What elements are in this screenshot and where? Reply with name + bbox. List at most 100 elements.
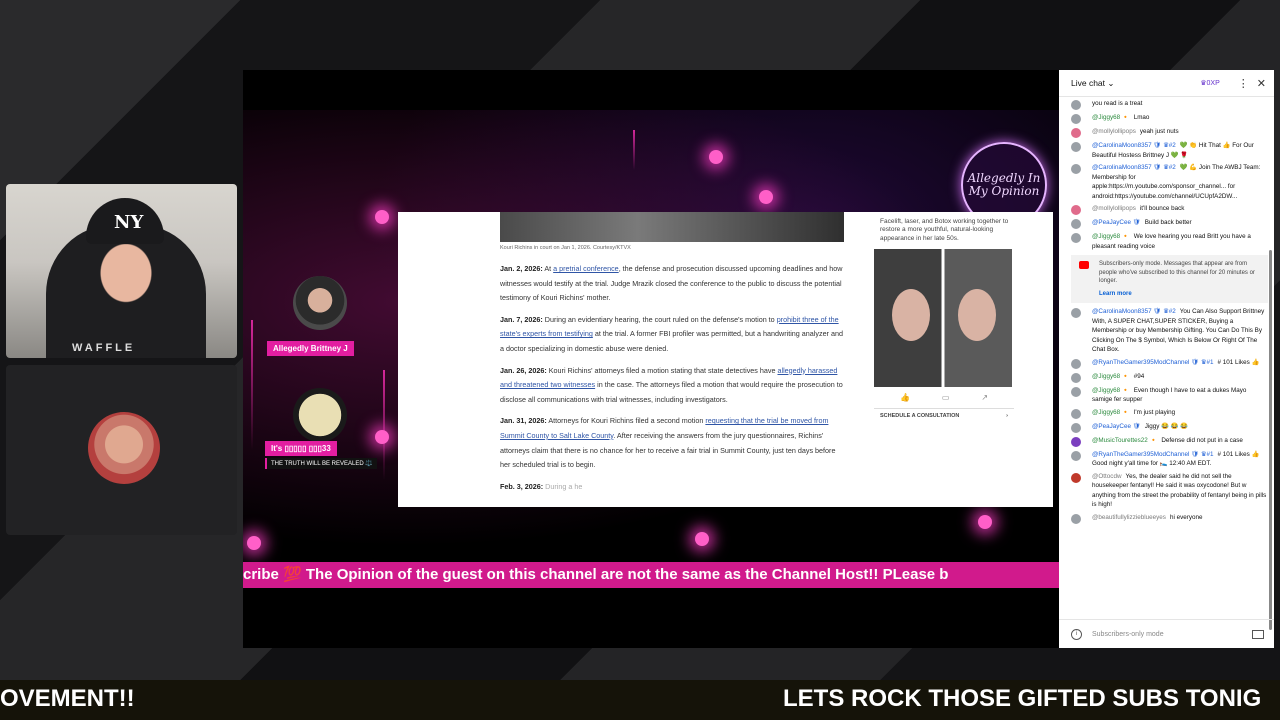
chat-message[interactable]: @Ottocdw Yes, the dealer said he did not … bbox=[1071, 472, 1268, 510]
sparkle bbox=[375, 210, 389, 224]
timeline-entry: Jan. 7, 2026: During an evidentiary hear… bbox=[500, 313, 845, 357]
live-chat-panel: Live chat ⌄ ♛0XP ⋮ ✕ you read is a treat… bbox=[1059, 70, 1274, 648]
user-avatar[interactable] bbox=[1071, 422, 1081, 433]
sparkle bbox=[978, 515, 992, 529]
username[interactable]: @RyanTheGamer395ModChannel 🛡 ♛#1 bbox=[1092, 359, 1214, 366]
username[interactable]: @mollylollipops bbox=[1092, 205, 1136, 212]
username[interactable]: @Jiggy68 🔸 bbox=[1092, 373, 1130, 380]
live-chat-dropdown[interactable]: Live chat ⌄ bbox=[1071, 78, 1200, 89]
chat-message[interactable]: @Jiggy68 🔸 Lmao bbox=[1071, 113, 1268, 124]
article-photo bbox=[500, 212, 844, 242]
entry-text: Attorneys for Kouri Richins filed a seco… bbox=[546, 416, 706, 426]
message-text: yeah just nuts bbox=[1139, 128, 1179, 135]
chat-message[interactable]: @Jiggy68 🔸 Even though I have to eat a du… bbox=[1071, 386, 1268, 405]
user-avatar[interactable] bbox=[1071, 358, 1081, 369]
username[interactable]: @MusicTourettes22 🔸 bbox=[1092, 437, 1157, 444]
user-avatar[interactable] bbox=[1071, 372, 1081, 383]
chat-message[interactable]: @RyanTheGamer395ModChannel 🛡 ♛#1 # 101 Li… bbox=[1071, 450, 1268, 469]
chevron-right-icon: › bbox=[1006, 413, 1008, 420]
ad-actions: 👍 ▭ ↗ bbox=[874, 387, 1014, 408]
user-avatar[interactable] bbox=[1071, 219, 1081, 229]
username[interactable]: @CarolinaMoon8357 🛡 ♛#2 bbox=[1092, 308, 1176, 315]
message-text: you read is a treat bbox=[1092, 100, 1143, 107]
message-body: @Ottocdw Yes, the dealer said he did not … bbox=[1092, 472, 1268, 510]
entry-text: Kouri Richins' attorneys filed a motion … bbox=[546, 365, 778, 375]
username[interactable]: @CarolinaMoon8357 🛡 ♛#2 bbox=[1092, 164, 1176, 171]
chat-message[interactable]: @CarolinaMoon8357 🛡 ♛#2 You Can Also Supp… bbox=[1071, 307, 1268, 355]
message-body: @Jiggy68 🔸 Even though I have to eat a du… bbox=[1092, 386, 1268, 405]
more-options-icon[interactable]: ⋮ bbox=[1238, 77, 1249, 90]
chat-message[interactable]: @MusicTourettes22 🔸 Defense did not put i… bbox=[1071, 436, 1268, 447]
chat-message[interactable]: @RyanTheGamer395ModChannel 🛡 ♛#1 # 101 Li… bbox=[1071, 358, 1268, 369]
message-body: @PeaJayCee 🛡 Jiggy 😂 😂 😂 bbox=[1092, 422, 1188, 433]
like-icon[interactable]: 👍 bbox=[900, 393, 910, 402]
xp-badge[interactable]: ♛0XP bbox=[1200, 79, 1220, 87]
username[interactable]: @Jiggy68 🔸 bbox=[1092, 233, 1130, 240]
user-avatar[interactable] bbox=[1071, 100, 1081, 110]
chat-message[interactable]: you read is a treat bbox=[1071, 99, 1268, 110]
chat-message[interactable]: @mollylollipops it'll bounce back bbox=[1071, 204, 1268, 215]
guest-avatar-second bbox=[293, 388, 347, 442]
username[interactable]: @Jiggy68 🔸 bbox=[1092, 409, 1130, 416]
username[interactable]: @PeaJayCee 🛡 bbox=[1092, 219, 1141, 226]
user-avatar[interactable] bbox=[1071, 142, 1081, 152]
chat-message[interactable]: @Jiggy68 🔸 We love hearing you read Britt… bbox=[1071, 232, 1268, 251]
message-body: @CarolinaMoon8357 🛡 ♛#2 💚 👏 Hit That 👍 Fo… bbox=[1092, 141, 1268, 160]
info-icon[interactable]: i bbox=[1071, 628, 1082, 640]
message-text: #94 bbox=[1133, 372, 1145, 380]
username[interactable]: @RyanTheGamer395ModChannel 🛡 ♛#1 bbox=[1092, 451, 1214, 458]
user-avatar[interactable] bbox=[1071, 408, 1081, 419]
chat-messages[interactable]: you read is a treat @Jiggy68 🔸 Lmao @mollyl… bbox=[1059, 96, 1274, 620]
message-body: @Jiggy68 🔸 Lmao bbox=[1092, 113, 1149, 124]
message-body: @Jiggy68 🔸 I'm just playing bbox=[1092, 408, 1175, 419]
user-avatar[interactable] bbox=[1071, 308, 1081, 318]
guest-name-tag: Allegedly Brittney J bbox=[267, 341, 354, 356]
user-avatar[interactable] bbox=[1071, 436, 1081, 447]
banner-text-right: LETS ROCK THOSE GIFTED SUBS TONIG bbox=[783, 685, 1262, 712]
username[interactable]: @Ottocdw bbox=[1092, 473, 1122, 480]
super-chat-icon[interactable] bbox=[1252, 629, 1264, 639]
entry-text: During an evidentiary hearing, the court… bbox=[542, 314, 777, 324]
message-text: Jiggy 😂 😂 😂 bbox=[1144, 422, 1189, 430]
username[interactable]: @CarolinaMoon8357 🛡 ♛#2 bbox=[1092, 142, 1176, 149]
user-avatar[interactable] bbox=[1071, 128, 1081, 138]
chat-message[interactable]: @mollylollipops yeah just nuts bbox=[1071, 127, 1268, 138]
face-before bbox=[892, 289, 930, 342]
username[interactable]: @Jiggy68 🔸 bbox=[1092, 114, 1130, 121]
username[interactable]: @Jiggy68 🔸 bbox=[1092, 387, 1130, 394]
learn-more-link[interactable]: Learn more bbox=[1099, 290, 1262, 299]
share-icon[interactable]: ↗ bbox=[981, 393, 988, 402]
ad-image bbox=[874, 249, 1012, 388]
chat-message[interactable]: @PeaJayCee 🛡 Jiggy 😂 😂 😂 bbox=[1071, 422, 1268, 433]
user-avatar[interactable] bbox=[1071, 164, 1081, 174]
user-avatar[interactable] bbox=[1071, 472, 1081, 483]
chat-message[interactable]: @Jiggy68 🔸 I'm just playing bbox=[1071, 408, 1268, 419]
close-icon[interactable]: ✕ bbox=[1257, 77, 1266, 90]
username[interactable]: @beautifullylizzieblueeyes bbox=[1092, 514, 1166, 521]
schedule-consultation-button[interactable]: SCHEDULE A CONSULTATION › bbox=[874, 408, 1014, 423]
user-avatar[interactable] bbox=[1071, 233, 1081, 243]
message-text: I'm just playing bbox=[1133, 408, 1176, 416]
username[interactable]: @PeaJayCee 🛡 bbox=[1092, 423, 1141, 430]
sparkle bbox=[695, 532, 709, 546]
message-body: @RyanTheGamer395ModChannel 🛡 ♛#1 # 101 Li… bbox=[1092, 450, 1268, 469]
chat-message[interactable]: @beautifullylizzieblueeyes hi everyone bbox=[1071, 513, 1268, 524]
user-avatar[interactable] bbox=[1071, 513, 1081, 524]
chat-scrollbar[interactable] bbox=[1269, 250, 1272, 630]
comment-icon[interactable]: ▭ bbox=[942, 393, 950, 402]
chat-message[interactable]: @CarolinaMoon8357 🛡 ♛#2 💚 💪 Join The AWBJ… bbox=[1071, 163, 1268, 201]
chat-message[interactable]: @CarolinaMoon8357 🛡 ♛#2 💚 👏 Hit That 👍 Fo… bbox=[1071, 141, 1268, 160]
logo-text: Allegedly In My Opinion bbox=[967, 170, 1041, 198]
username[interactable]: @mollylollipops bbox=[1092, 128, 1136, 135]
chat-message[interactable]: @PeaJayCee 🛡 Build back better bbox=[1071, 218, 1268, 229]
user-avatar[interactable] bbox=[1071, 114, 1081, 124]
message-body: you read is a treat bbox=[1092, 99, 1142, 110]
light-streak bbox=[251, 320, 253, 450]
entry-text: During a he bbox=[543, 481, 583, 491]
message-body: @mollylollipops yeah just nuts bbox=[1092, 127, 1179, 138]
chat-message[interactable]: @Jiggy68 🔸 #94 bbox=[1071, 372, 1268, 383]
user-avatar[interactable] bbox=[1071, 205, 1081, 215]
user-avatar[interactable] bbox=[1071, 386, 1081, 397]
user-avatar[interactable] bbox=[1071, 450, 1081, 461]
entry-link[interactable]: a pretrial conference bbox=[553, 264, 619, 273]
